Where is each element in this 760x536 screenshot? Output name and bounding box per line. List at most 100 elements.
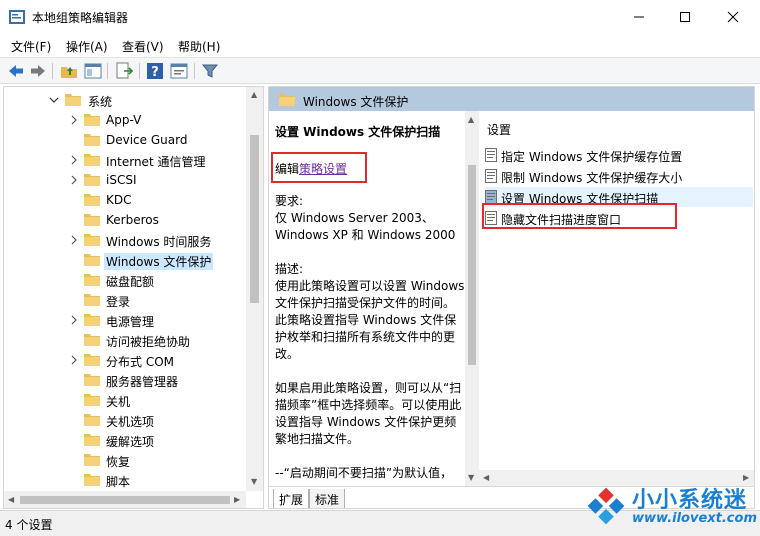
back-arrow-icon[interactable]	[7, 62, 25, 80]
tree-item[interactable]: KDC	[4, 190, 244, 210]
tree-item-label: Internet 通信管理	[106, 155, 206, 169]
settings-column-header[interactable]: 设置	[487, 121, 511, 138]
folder-icon	[84, 214, 100, 226]
setting-item[interactable]: 限制 Windows 文件保护缓存大小	[485, 166, 753, 186]
tree-item[interactable]: 登录	[4, 290, 244, 310]
tree-item[interactable]: 电源管理	[4, 310, 244, 330]
folder-icon	[84, 154, 100, 166]
tree-item[interactable]: 缓解选项	[4, 430, 244, 450]
menu-file[interactable]: 文件(F)	[11, 38, 51, 55]
policy-heading: 设置 Windows 文件保护扫描	[275, 125, 441, 139]
chevron-right-icon[interactable]	[69, 354, 79, 366]
title-bar: 本地组策略编辑器	[0, 0, 760, 34]
tree-item-label: 系统	[88, 95, 113, 109]
tree-item-label: 访问被拒绝协助	[106, 335, 191, 349]
folder-icon	[84, 454, 100, 466]
settings-list[interactable]: 设置 指定 Windows 文件保护缓存位置限制 Windows 文件保护缓存大…	[479, 111, 754, 486]
tree-item-system[interactable]: 系统	[4, 90, 244, 110]
tree-item[interactable]: Kerberos	[4, 210, 244, 230]
tree-item[interactable]: App-V	[4, 110, 244, 130]
folder-icon	[84, 414, 100, 426]
folder-icon	[84, 474, 100, 486]
tree-item[interactable]: 访问被拒绝协助	[4, 330, 244, 350]
tree-horizontal-scrollbar[interactable]: ◀ ▶	[4, 491, 246, 508]
maximize-icon	[680, 12, 690, 22]
tree-item[interactable]: 分布式 COM	[4, 350, 244, 370]
help-icon[interactable]: ?	[146, 62, 164, 80]
tree-item-label: 缓解选项	[106, 435, 155, 449]
extended-description-panel: 设置 Windows 文件保护扫描 编辑策略设置 要求: 仅 Windows S…	[269, 111, 469, 486]
tree-item-label: Windows 时间服务	[106, 235, 212, 249]
details-header-title: Windows 文件保护	[303, 95, 409, 109]
watermark-url: www.ilovext.com	[632, 511, 757, 526]
folder-icon	[84, 114, 100, 126]
policy-setting-icon	[485, 148, 497, 162]
folder-icon	[84, 374, 100, 386]
folder-icon	[279, 94, 295, 106]
tree-item-label: 分布式 COM	[106, 355, 174, 369]
tree-vertical-scrollbar[interactable]: ▲ ▼	[246, 87, 263, 491]
menu-help[interactable]: 帮助(H)	[178, 38, 220, 55]
menu-action[interactable]: 操作(A)	[66, 38, 108, 55]
tree-item[interactable]: Windows 文件保护	[4, 250, 244, 270]
window-title: 本地组策略编辑器	[32, 11, 129, 25]
tree-item[interactable]: 关机选项	[4, 410, 244, 430]
tree-item[interactable]: 服务器管理器	[4, 370, 244, 390]
scroll-down-arrow-icon[interactable]: ▼	[251, 477, 257, 487]
up-folder-icon[interactable]	[60, 62, 78, 80]
folder-icon	[84, 174, 100, 186]
policy-tree-pane[interactable]: 系统 App-V Device Guard Internet 通信管理 iSCSI KD…	[3, 86, 264, 509]
minimize-button[interactable]	[616, 0, 662, 34]
forward-arrow-icon[interactable]	[29, 62, 47, 80]
scroll-down-arrow-icon[interactable]: ▼	[468, 473, 474, 483]
tree-item[interactable]: Windows 时间服务	[4, 230, 244, 250]
tree-item-label: 服务器管理器	[106, 375, 179, 389]
menu-view[interactable]: 查看(V)	[122, 38, 164, 55]
chevron-right-icon[interactable]	[69, 234, 79, 246]
tree-item[interactable]: 磁盘配额	[4, 270, 244, 290]
tab-extended[interactable]: 扩展	[273, 489, 310, 508]
tree-item-label: 脚本	[106, 475, 131, 489]
tree-item[interactable]: 恢复	[4, 450, 244, 470]
chevron-right-icon[interactable]	[69, 114, 79, 126]
folder-icon	[65, 94, 81, 106]
scroll-left-arrow-icon[interactable]: ◀	[8, 495, 14, 505]
scroll-up-arrow-icon[interactable]: ▲	[468, 115, 474, 125]
show-hide-tree-icon[interactable]	[84, 62, 102, 80]
scroll-up-arrow-icon[interactable]: ▲	[251, 90, 257, 100]
properties-icon[interactable]	[170, 62, 188, 80]
tree-item-label: 磁盘配额	[106, 275, 155, 289]
site-watermark: 小小系统迷 www.ilovext.com	[580, 478, 760, 536]
setting-item[interactable]: 指定 Windows 文件保护缓存位置	[485, 145, 753, 165]
tree-item-label: KDC	[106, 193, 132, 207]
setting-item-label: 指定 Windows 文件保护缓存位置	[501, 150, 683, 164]
svg-text:?: ?	[151, 65, 159, 80]
tree-item[interactable]: Internet 通信管理	[4, 150, 244, 170]
tree-item[interactable]: iSCSI	[4, 170, 244, 190]
watermark-brand: 小小系统迷	[632, 488, 748, 513]
tree-item-label: App-V	[106, 113, 142, 127]
close-button[interactable]	[710, 0, 756, 34]
tree-item[interactable]: 关机	[4, 390, 244, 410]
export-list-icon[interactable]	[115, 62, 133, 80]
maximize-button[interactable]	[662, 0, 708, 34]
folder-icon	[84, 434, 100, 446]
chevron-right-icon[interactable]	[69, 174, 79, 186]
highlight-box-selected-setting	[482, 203, 677, 229]
details-pane: Windows 文件保护 设置 Windows 文件保护扫描 编辑策略设置 要求…	[268, 86, 755, 509]
tree-item-label: Windows 文件保护	[104, 253, 214, 270]
tree-item[interactable]: Device Guard	[4, 130, 244, 150]
highlight-box-edit-link	[271, 152, 367, 183]
description-vertical-scrollbar[interactable]: ▲ ▼	[465, 111, 479, 486]
tree-item-label: 关机选项	[106, 415, 155, 429]
scroll-right-arrow-icon[interactable]: ▶	[234, 495, 240, 505]
scroll-left-arrow-icon[interactable]: ◀	[483, 473, 489, 483]
filter-icon[interactable]	[201, 62, 219, 80]
tab-standard[interactable]: 标准	[309, 489, 346, 508]
chevron-right-icon[interactable]	[69, 154, 79, 166]
folder-icon	[84, 394, 100, 406]
chevron-right-icon[interactable]	[69, 314, 79, 326]
tree-item[interactable]: 脚本	[4, 470, 244, 490]
details-header: Windows 文件保护	[269, 87, 754, 111]
chevron-down-icon[interactable]	[49, 94, 59, 106]
